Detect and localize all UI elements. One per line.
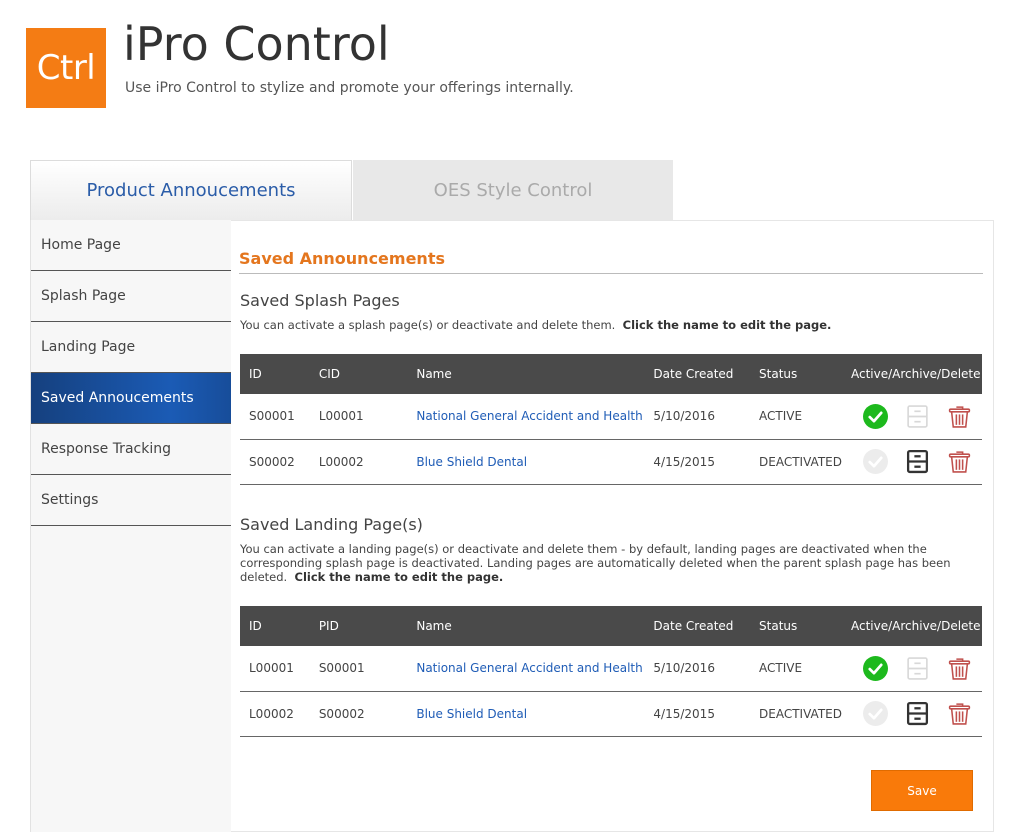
sidebar-item-splash-page[interactable]: Splash Page [31, 271, 231, 322]
row-id: L00002 [240, 691, 310, 737]
row-id: S00001 [240, 394, 310, 440]
table-row: L00002 S00002 Blue Shield Dental 4/15/20… [240, 691, 982, 737]
row-status: ACTIVE [750, 394, 842, 440]
row-name-cell: Blue Shield Dental [407, 691, 645, 737]
tab-oes-style-control[interactable]: OES Style Control [353, 160, 673, 220]
landing-table: ID PID Name Date Created Status Active/A… [240, 606, 982, 737]
archive-drawer-icon[interactable] [905, 404, 930, 429]
table-row: L00001 S00001 National General Accident … [240, 646, 982, 692]
row-status: DEACTIVATED [750, 691, 842, 737]
column-header: PID [318, 619, 339, 633]
row-ref-id: L00002 [309, 439, 408, 485]
row-id: L00001 [240, 646, 310, 692]
sidebar-item-saved-announcements[interactable]: Saved Annoucements [31, 373, 231, 424]
sidebar-item-response-tracking[interactable]: Response Tracking [31, 424, 231, 475]
splash-description-hint: Click the name to edit the page. [622, 318, 832, 332]
trash-icon[interactable] [947, 404, 972, 429]
app-subtitle: Use iPro Control to stylize and promote … [125, 80, 574, 96]
trash-icon[interactable] [947, 449, 972, 474]
row-date: 5/10/2016 [644, 394, 751, 440]
column-header: Date Created [653, 619, 734, 633]
main-panel: Saved Announcements Saved Splash Pages Y… [231, 220, 994, 832]
column-header: CID [318, 367, 340, 381]
check-circle-icon[interactable] [862, 655, 888, 681]
check-circle-icon[interactable] [862, 403, 888, 429]
column-header: ID [249, 619, 262, 633]
row-date: 5/10/2016 [644, 646, 751, 692]
table-header-row: ID PID Name Date Created Status Active/A… [240, 606, 982, 646]
app-title: iPro Control [123, 17, 390, 71]
column-header: Date Created [653, 367, 734, 381]
section-divider [239, 273, 983, 274]
tab-product-announcements[interactable]: Product Annoucements [30, 160, 352, 220]
splash-heading: Saved Splash Pages [240, 291, 400, 310]
landing-description-hint: Click the name to edit the page. [294, 570, 504, 584]
check-circle-icon[interactable] [862, 701, 888, 726]
row-name-cell: National General Accident and Health [407, 394, 645, 440]
row-name-cell: National General Accident and Health [407, 646, 645, 692]
archive-drawer-icon[interactable] [905, 449, 930, 474]
row-name-cell: Blue Shield Dental [407, 439, 645, 485]
row-ref-id: L00001 [309, 394, 408, 440]
sidebar-item-home-page[interactable]: Home Page [31, 220, 231, 271]
table-header-row: ID CID Name Date Created Status Active/A… [240, 354, 982, 394]
splash-table: ID CID Name Date Created Status Active/A… [240, 354, 982, 485]
row-actions [841, 691, 982, 737]
column-header: Name [416, 619, 452, 633]
trash-icon[interactable] [947, 701, 972, 726]
app-logo: Ctrl [26, 28, 106, 108]
splash-description-text: You can activate a splash page(s) or dea… [240, 318, 616, 332]
column-header: Active/Archive/Delete [850, 367, 981, 381]
row-status: DEACTIVATED [750, 439, 842, 485]
sidebar-item-settings[interactable]: Settings [31, 475, 231, 526]
row-name-link[interactable]: National General Accident and Health [416, 661, 642, 675]
table-row: S00001 L00001 National General Accident … [240, 394, 982, 440]
table-row: S00002 L00002 Blue Shield Dental 4/15/20… [240, 439, 982, 485]
row-actions [841, 439, 982, 485]
row-name-link[interactable]: Blue Shield Dental [416, 707, 527, 721]
archive-drawer-icon[interactable] [905, 701, 930, 726]
column-header: Status [759, 619, 798, 633]
row-actions [841, 394, 982, 440]
row-date: 4/15/2015 [644, 439, 751, 485]
row-status: ACTIVE [750, 646, 842, 692]
archive-drawer-icon[interactable] [905, 656, 930, 681]
trash-icon[interactable] [947, 656, 972, 681]
save-button[interactable]: Save [871, 770, 973, 811]
row-name-link[interactable]: Blue Shield Dental [416, 455, 527, 469]
landing-heading: Saved Landing Page(s) [240, 515, 423, 534]
section-title: Saved Announcements [239, 249, 445, 268]
row-actions [841, 646, 982, 692]
column-header: ID [249, 367, 262, 381]
column-header: Status [759, 367, 798, 381]
row-ref-id: S00001 [309, 646, 408, 692]
sidebar-item-landing-page[interactable]: Landing Page [31, 322, 231, 373]
column-header: Active/Archive/Delete [850, 619, 981, 633]
row-id: S00002 [240, 439, 310, 485]
landing-description: You can activate a landing page(s) or de… [240, 542, 985, 584]
check-circle-icon[interactable] [862, 449, 888, 474]
row-name-link[interactable]: National General Accident and Health [416, 409, 642, 423]
splash-description: You can activate a splash page(s) or dea… [240, 318, 985, 332]
sidebar: Home Page Splash Page Landing Page Saved… [30, 220, 231, 832]
column-header: Name [416, 367, 452, 381]
row-date: 4/15/2015 [644, 691, 751, 737]
row-ref-id: S00002 [309, 691, 408, 737]
